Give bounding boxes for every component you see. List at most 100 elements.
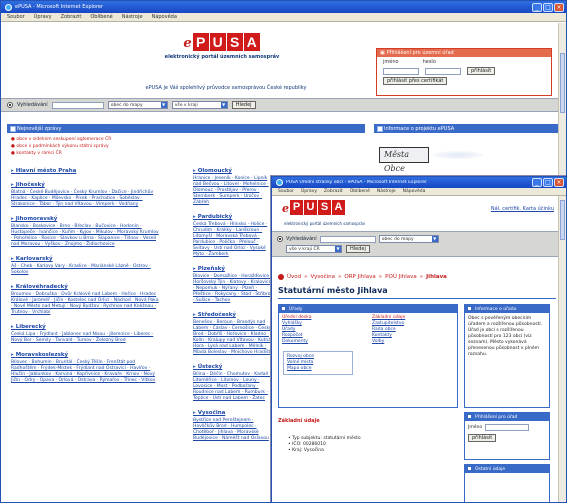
menu-file[interactable]: Soubor: [278, 189, 294, 194]
region-link[interactable]: Plzeňský: [193, 266, 273, 272]
menu-help[interactable]: Nápověda: [152, 14, 177, 20]
mesta-obce-banner[interactable]: Města Obce: [379, 147, 429, 173]
region-link[interactable]: Středočeský: [193, 312, 273, 318]
region-select[interactable]: vše v kraji ▼: [171, 101, 228, 109]
popup-scrollbar[interactable]: [558, 196, 566, 502]
menu-view[interactable]: Zobrazit: [61, 14, 82, 20]
certificate-login-button[interactable]: přihlásit přes certifikát: [383, 77, 448, 85]
menu-edit[interactable]: Úpravy: [301, 189, 317, 194]
info-header: Informace o projektu ePUSA: [374, 124, 564, 133]
regions-middle: Olomoucký Hranice · Jeseník · Konice · L…: [193, 168, 273, 442]
popup-title-bar: PUSA Úřední stránky obcí - ePUSA - Micro…: [272, 177, 566, 188]
breadcrumb-region[interactable]: Vysočina: [311, 274, 336, 280]
breadcrumb: Úvod » Vysočina » ORP Jihlava » POÚ Jihl…: [278, 274, 447, 280]
search-radio[interactable]: [7, 102, 13, 108]
news-item[interactable]: obce v sídelním seskupení aglomerace ČR: [11, 136, 111, 143]
popup-search-input[interactable]: [319, 235, 376, 243]
intro-text: ePUSA je Váš spolehlivý průvodce samospr…: [145, 85, 307, 91]
offices-panel: Úřady Úřední deska Vyhlášky Úřady Rozpoč…: [278, 304, 458, 408]
popup-top-links[interactable]: Nál. certifik. Karta účinku: [491, 206, 554, 212]
news-list: obce v sídelním seskupení aglomerace ČR …: [11, 136, 111, 157]
search-button[interactable]: Hledej: [231, 101, 256, 109]
menu-bar: Soubor Úpravy Zobrazit Oblíbené Nástroje…: [1, 13, 566, 22]
tagline: elektronický portál územních samospráv: [164, 54, 280, 60]
basic-data-list: Typ subjektu: statutární město IČO: 0028…: [288, 436, 361, 454]
menu-favorites[interactable]: Oblíbené: [350, 189, 370, 194]
office-info-panel: Informace o úřadu Obec s pověřeným obecn…: [464, 304, 550, 408]
region-link[interactable]: Liberecký: [11, 324, 161, 330]
region-link[interactable]: Vysočina: [193, 410, 273, 416]
popup-logo[interactable]: e P U S A: [282, 200, 346, 215]
title-divider: [278, 298, 556, 299]
popup-search-button[interactable]: Hledej: [346, 245, 370, 253]
lock-icon: ▣: [380, 50, 385, 56]
popup-minimize-button[interactable]: _: [532, 178, 542, 187]
decorative-ornament: [433, 151, 483, 159]
menu-file[interactable]: Soubor: [7, 14, 25, 20]
login-button[interactable]: přihlásit: [467, 67, 496, 75]
epusa-logo[interactable]: e P U S A: [183, 33, 260, 51]
office-login-panel: Přihlášení pro úřad Jméno přihlásit: [464, 412, 550, 460]
extra-link[interactable]: Mapa obce: [287, 366, 349, 372]
minimize-button[interactable]: _: [532, 2, 542, 12]
news-item[interactable]: obce v podmínkách výkonu státní správy: [11, 143, 111, 150]
region-link[interactable]: Jihomoravský: [11, 216, 161, 222]
news-header: Nejnovější zprávy: [7, 124, 365, 133]
breadcrumb-pou[interactable]: POÚ Jihlava: [385, 274, 417, 280]
ie-icon: [276, 179, 283, 186]
name-label: jméno: [383, 59, 399, 65]
name-input[interactable]: [383, 67, 419, 75]
close-button[interactable]: ×: [554, 2, 564, 12]
password-label: heslo: [422, 59, 436, 65]
menu-tools[interactable]: Nástroje: [122, 14, 143, 20]
ie-icon: [5, 3, 12, 11]
news-item[interactable]: kontakty v rámci ČR: [11, 150, 111, 157]
login-header: ▣ Přihlášení pro územní úřad: [377, 49, 551, 57]
office-login-button[interactable]: přihlásit: [468, 434, 497, 442]
popup-close-button[interactable]: ×: [554, 178, 564, 187]
home-icon: [278, 274, 284, 280]
search-type-select[interactable]: obec do mapy ▼: [107, 101, 168, 109]
search-input[interactable]: [51, 101, 104, 109]
search-radio-label: Vyhledávání: [17, 102, 48, 108]
window-title: ePUSA - Microsoft Internet Explorer: [15, 4, 104, 10]
region-link[interactable]: Moravskoslezský: [11, 352, 161, 358]
menu-help[interactable]: Nápověda: [403, 189, 426, 194]
popup-search-radio[interactable]: [277, 236, 283, 242]
popup-window: PUSA Úřední stránky obcí - ePUSA - Micro…: [271, 176, 567, 503]
popup-search-bar: Vyhledávání obec do mapy ▼ vše v kraji ČR…: [272, 231, 560, 257]
region-link[interactable]: Karlovarský: [11, 256, 161, 262]
breadcrumb-current: Jihlava: [426, 274, 447, 280]
menu-tools[interactable]: Nástroje: [377, 189, 396, 194]
popup-menu-bar: Soubor Úpravy Zobrazit Oblíbené Nástroje…: [272, 188, 566, 196]
menu-view[interactable]: Zobrazit: [324, 189, 343, 194]
office-info-text: Obec s pověřeným obecním úřadem a rozšíř…: [468, 316, 543, 357]
menu-edit[interactable]: Úpravy: [34, 14, 52, 20]
region-link[interactable]: Královéhradecký: [11, 284, 161, 290]
region-link[interactable]: Jihočeský: [11, 182, 161, 188]
breadcrumb-orp[interactable]: ORP Jihlava: [344, 274, 375, 280]
office-link[interactable]: Dokumenty: [282, 339, 366, 345]
region-link[interactable]: Pardubický: [193, 214, 273, 220]
maximize-button[interactable]: □: [543, 2, 553, 12]
search-bar: Vyhledávání obec do mapy ▼ vše v kraji ▼ H…: [1, 98, 566, 112]
popup-title: PUSA Úřední stránky obcí - ePUSA - Micro…: [286, 180, 427, 185]
extra-links: Rozvoj obce Volné místa Mapa obce: [283, 351, 353, 375]
region-link[interactable]: Olomoucký: [193, 168, 273, 174]
page-title: Statutární město Jihlava: [278, 286, 388, 295]
popup-maximize-button[interactable]: □: [543, 178, 553, 187]
popup-tagline: elektronický portál územních samospráv: [284, 221, 366, 226]
popup-type-select[interactable]: obec do mapy ▼: [378, 235, 439, 243]
office-login-input[interactable]: [485, 424, 530, 431]
region-link[interactable]: Hlavní město Praha: [11, 168, 161, 174]
breadcrumb-home[interactable]: Úvod: [287, 274, 301, 280]
other-data-panel: Ostatní údaje: [464, 464, 550, 502]
menu-favorites[interactable]: Oblíbené: [90, 14, 112, 20]
basic-data-item: Kraj: Vysočina: [288, 448, 361, 454]
popup-region-select[interactable]: vše v kraji ČR ▼: [286, 245, 342, 253]
region-link[interactable]: Ústecký: [193, 364, 273, 370]
info-link[interactable]: Volby: [372, 339, 452, 345]
basic-data-header: Základní údaje: [278, 418, 320, 424]
login-box: ▣ Přihlášení pro územní úřad jméno heslo…: [376, 48, 552, 96]
password-input[interactable]: [425, 67, 461, 75]
